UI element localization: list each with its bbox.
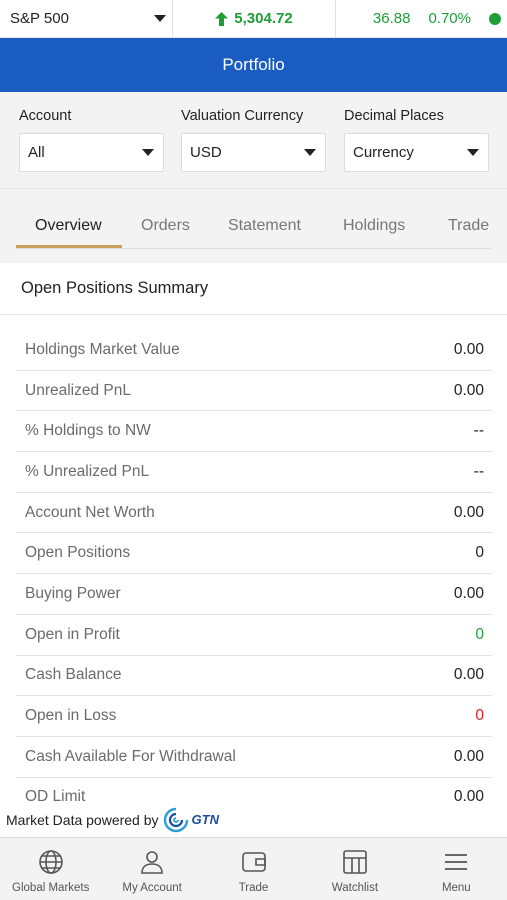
row-label: Holdings Market Value [25,340,180,358]
summary-row: Holdings Market Value 0.00 [16,330,492,371]
change-value: 36.88 [372,10,411,27]
summary-header: Open Positions Summary [0,263,507,315]
globe-icon [38,850,63,874]
summary-row: % Unrealized PnL -- [16,452,492,493]
row-label: % Unrealized PnL [25,462,150,480]
row-label: Open in Loss [25,707,117,725]
price-value: 5,304.72 [234,10,293,27]
page-header: Portfolio [0,38,507,92]
arrow-up-icon [215,11,229,26]
summary-row: Account Net Worth 0.00 [16,493,492,534]
nav-trade[interactable]: Trade [203,838,304,900]
tab-bar: Overview Orders Statement Holdings Trade [0,189,507,251]
tab-orders[interactable]: Orders [141,217,190,235]
row-value: 0.00 [453,788,484,802]
nav-global-markets[interactable]: Global Markets [0,838,101,900]
row-label: Cash Available For Withdrawal [25,747,236,765]
page-title: Portfolio [222,55,285,74]
account-filter: Account All [19,108,164,172]
tab-holdings[interactable]: Holdings [343,217,405,235]
row-value: 0 [475,544,484,562]
nav-label: Watchlist [331,882,379,894]
summary-row: OD Limit 0.00 [16,778,492,802]
filters-panel: Account All Valuation Currency USD Decim… [0,92,507,189]
market-data-attribution: Market Data powered by GTN [0,802,507,837]
decimals-value: Currency [353,144,414,161]
wallet-icon [241,852,266,872]
change-percent: 0.70% [428,10,471,27]
nav-label: Global Markets [12,882,90,894]
row-value: 0.00 [453,584,484,602]
symbol-label: S&P 500 [10,10,69,27]
row-label: % Holdings to NW [25,422,151,440]
index-change: 36.88 0.70% [336,10,507,27]
row-value: -- [473,422,484,440]
summary-row: Open in Profit 0 [16,615,492,656]
row-label: Buying Power [25,584,121,602]
account-select[interactable]: All [19,133,164,172]
gtn-brand-text: GTN [191,812,219,827]
chevron-down-icon [142,149,154,156]
gtn-swirl-icon [163,807,188,832]
summary-list[interactable]: Holdings Market Value 0.00 Unrealized PnL… [16,330,492,802]
chevron-down-icon [467,149,479,156]
tab-statement[interactable]: Statement [228,217,301,235]
account-label: Account [19,108,72,124]
row-value: 0.00 [453,340,484,358]
decimals-select[interactable]: Currency [344,133,489,172]
bottom-navigation: Global Markets My Account Trade Watchlis… [0,837,507,900]
row-label: Open Positions [25,544,131,562]
gtn-logo: GTN [163,807,219,833]
nav-label: My Account [122,882,182,894]
user-icon [141,851,163,874]
summary-row: Open in Loss 0 [16,696,492,737]
currency-label: Valuation Currency [181,108,304,124]
summary-title: Open Positions Summary [21,279,209,297]
row-label: Account Net Worth [25,503,155,521]
nav-watchlist[interactable]: Watchlist [304,838,405,900]
ticker-bar: S&P 500 5,304.72 36.88 0.70% [0,0,507,38]
tab-trade[interactable]: Trade [448,217,489,235]
market-status-dot-icon [489,12,501,25]
row-label: Open in Profit [25,625,120,643]
nav-my-account[interactable]: My Account [101,838,202,900]
tabs-divider [16,248,491,249]
summary-row: Open Positions 0 [16,533,492,575]
summary-row: Unrealized PnL 0.00 [16,371,492,412]
row-value: 0 [475,625,484,643]
summary-row: Cash Available For Withdrawal 0.00 [16,737,492,778]
row-label: OD Limit [25,788,86,802]
menu-icon [445,854,468,870]
row-value: 0.00 [453,747,484,765]
powered-by-text: Market Data powered by [6,811,159,828]
nav-menu[interactable]: Menu [406,838,507,900]
row-value: 0.00 [453,503,484,521]
index-price: 5,304.72 [173,0,336,37]
summary-row: Buying Power 0.00 [16,574,492,615]
tab-overview[interactable]: Overview [35,217,102,235]
row-label: Cash Balance [25,666,122,684]
chevron-down-icon [154,15,166,22]
account-value: All [28,144,45,161]
currency-filter: Valuation Currency USD [181,108,326,172]
symbol-selector[interactable]: S&P 500 [0,0,173,37]
row-value: 0.00 [453,381,484,399]
row-value: 0.00 [453,666,484,684]
decimals-filter: Decimal Places Currency [344,108,489,172]
nav-label: Menu [441,882,471,894]
currency-value: USD [190,144,222,161]
summary-row: % Holdings to NW -- [16,411,492,453]
summary-row: Cash Balance 0.00 [16,656,492,697]
nav-label: Trade [238,882,269,894]
row-label: Unrealized PnL [25,381,131,399]
row-value: 0 [475,707,484,725]
row-value: -- [473,462,484,480]
section-gap [0,251,507,263]
watchlist-icon [343,850,367,874]
decimals-label: Decimal Places [344,108,444,124]
currency-select[interactable]: USD [181,133,326,172]
chevron-down-icon [304,149,316,156]
